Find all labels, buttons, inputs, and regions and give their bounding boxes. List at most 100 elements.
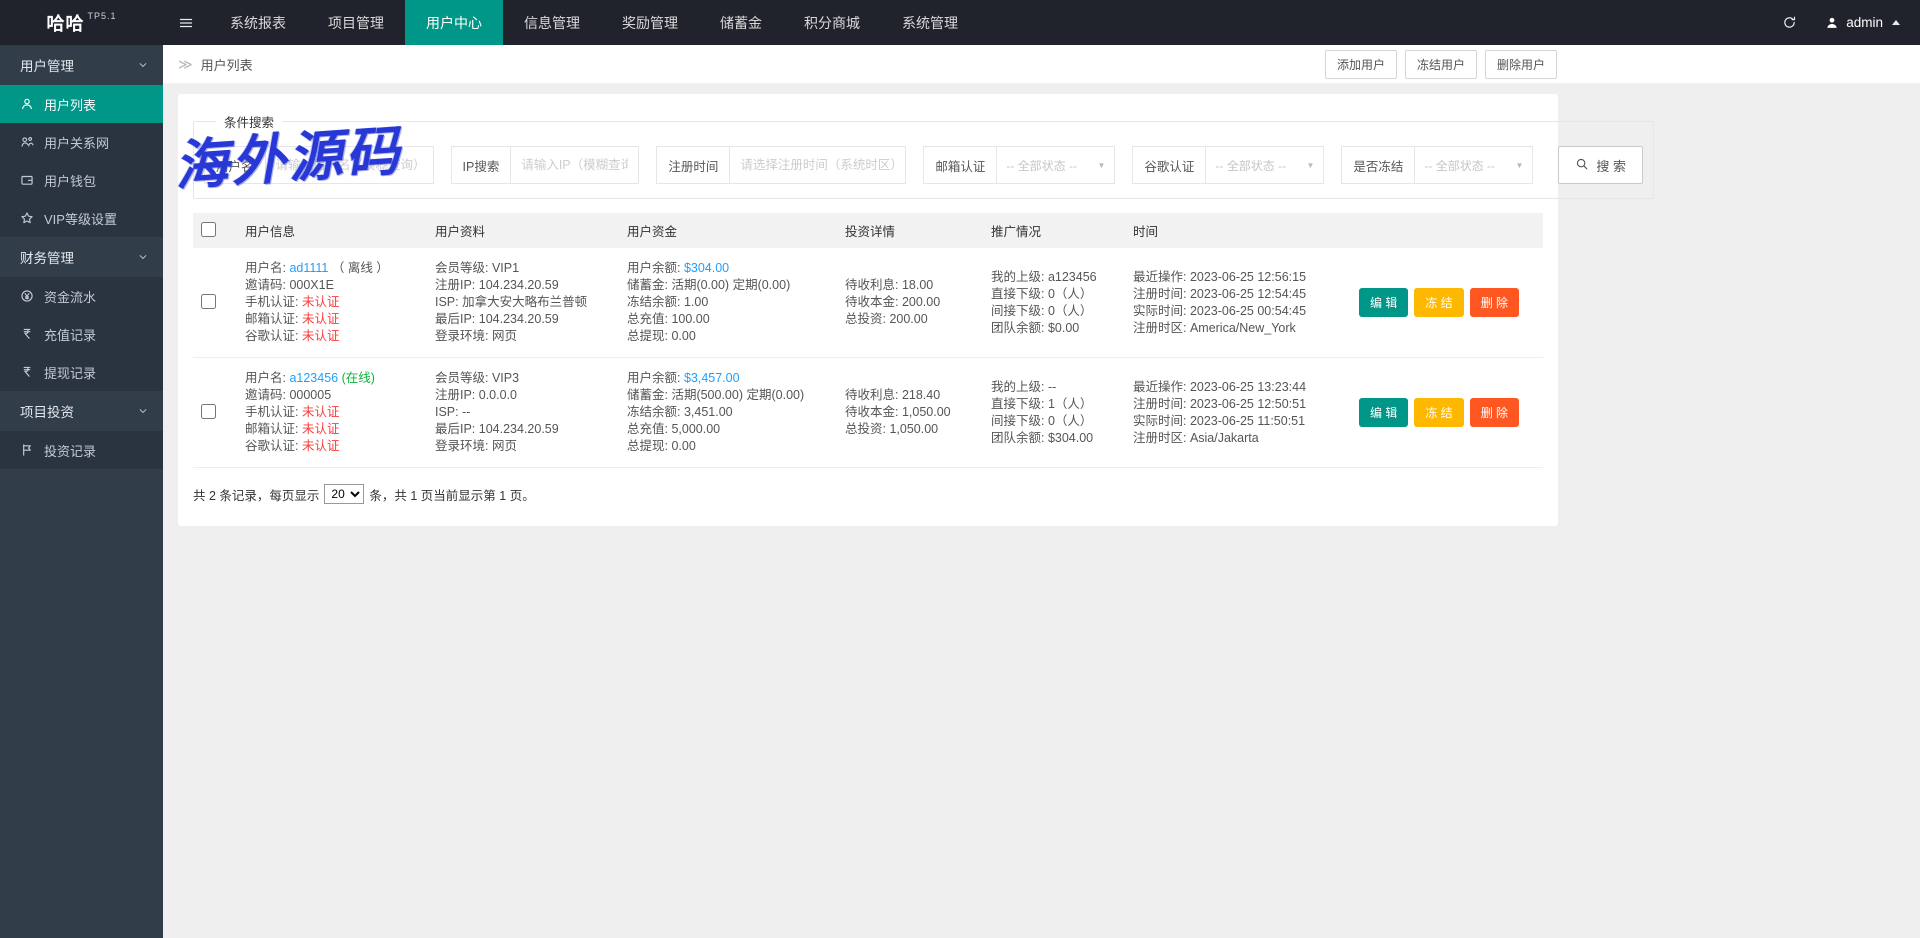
cell-text: 实际时间: 2023-06-25 11:50:51	[1133, 413, 1306, 428]
nav-item-system-report[interactable]: 系统报表	[209, 0, 307, 45]
cell-text: 手机认证:	[245, 405, 302, 419]
cell-text: 登录环境: 网页	[435, 329, 517, 343]
column-header: 用户资料	[427, 213, 619, 248]
sidebar-item-invest-records[interactable]: 投资记录	[0, 431, 163, 469]
cell-text: 储蓄金: 活期(500.00) 定期(0.00)	[627, 388, 805, 402]
sidebar-group-project-invest[interactable]: 项目投资	[0, 391, 163, 431]
cell-line: 用户余额: $304.00	[627, 260, 829, 277]
sidebar-item-withdraw-records[interactable]: 提现记录	[0, 353, 163, 391]
user-icon	[1825, 16, 1839, 30]
cell-line: 团队余额: $0.00	[991, 320, 1117, 337]
sidebar-group-user-manage[interactable]: 用户管理	[0, 45, 163, 85]
cell-text: 注册时间: 2023-06-25 12:50:51	[1133, 396, 1307, 411]
sidebar-item-recharge-records[interactable]: 充值记录	[0, 315, 163, 353]
column-header: 时间	[1125, 213, 1351, 248]
sidebar-item-label: 提现记录	[44, 365, 97, 381]
cell-text: 手机认证:	[245, 295, 302, 309]
nav-item-points-mall[interactable]: 积分商城	[783, 0, 881, 45]
sidebar-item-fund-flow[interactable]: 资金流水	[0, 277, 163, 315]
actions-header	[1351, 213, 1543, 248]
withdraw-icon	[20, 365, 35, 380]
email-verify-select[interactable]: -- 全部状态 -- ▼	[997, 146, 1116, 184]
refresh-icon[interactable]	[1766, 0, 1813, 45]
nav-item-project-manage[interactable]: 项目管理	[307, 0, 405, 45]
table-cell: 待收利息: 18.00 待收本金: 200.00 总投资: 200.00	[837, 248, 983, 358]
table-cell: 用户名: a123456 (在线) 邀请码: 000005 手机认证: 未认证 邮箱认…	[237, 357, 427, 468]
row-checkbox[interactable]	[201, 403, 216, 419]
cell-text: 我的上级: --	[991, 379, 1057, 394]
table-cell: 会员等级: VIP1 注册IP: 104.234.20.59 ISP: 加拿大安大略…	[427, 248, 619, 358]
cell-line: 会员等级: VIP3	[435, 370, 611, 387]
table-row: 用户名: ad1111 （ 离线 ）邀请码: 000X1E 手机认证: 未认证 邮箱…	[193, 248, 1543, 358]
breadcrumb-inner: ≫ 用户列表 添加用户 冻结用户 删除用户	[163, 49, 1557, 79]
freeze-button[interactable]: 冻 结	[1414, 288, 1464, 317]
username-link[interactable]: ad1111	[289, 261, 328, 275]
table-cell: 会员等级: VIP3 注册IP: 0.0.0.0 ISP: -- 最后IP: 104.…	[427, 357, 619, 468]
user-table: 用户信息 用户资料 用户资金 投资详情 推广情况 时间 用户名: ad1111 （ 离线 …	[193, 213, 1543, 468]
filter-username: 用户名	[204, 146, 434, 184]
sidebar-group-label: 项目投资	[20, 405, 74, 420]
nav-item-user-center[interactable]: 用户中心	[405, 0, 503, 45]
sidebar: 用户管理 用户列表 用户关系网 用户钱包 VIP等级设置 财务管理资金流水充值记录提现记录…	[0, 45, 163, 938]
nav-item-savings[interactable]: 储蓄金	[699, 0, 783, 45]
cell-line: 注册IP: 0.0.0.0	[435, 387, 611, 404]
ip-input[interactable]	[511, 146, 640, 184]
row-checkbox[interactable]	[201, 293, 216, 309]
row-actions-cell: 编 辑冻 结删 除	[1351, 357, 1543, 468]
sidebar-item-user-relations[interactable]: 用户关系网	[0, 123, 163, 161]
cell-line: 待收利息: 218.40	[845, 387, 975, 404]
add-user-button[interactable]: 添加用户	[1324, 49, 1397, 79]
freeze-button[interactable]: 冻 结	[1414, 398, 1464, 427]
search-button[interactable]: 搜 索	[1558, 146, 1644, 184]
filter-frozen-status: 是否冻结 -- 全部状态 -- ▼	[1341, 146, 1534, 184]
user-menu[interactable]: admin	[1813, 0, 1920, 45]
cell-line: 间接下级: 0（人）	[991, 413, 1117, 430]
table-cell: 用户余额: $304.00 储蓄金: 活期(0.00) 定期(0.00) 冻结余额:…	[619, 248, 837, 358]
cell-text: 储蓄金: 活期(0.00) 定期(0.00)	[627, 278, 791, 292]
delete-button[interactable]: 删 除	[1469, 398, 1520, 427]
app-logo-version: TP5.1	[87, 11, 117, 21]
cell-text: 待收利息: 218.40	[845, 388, 941, 402]
cell-text: 最近操作: 2023-06-25 13:23:44	[1133, 379, 1307, 394]
frozen-status-select[interactable]: -- 全部状态 -- ▼	[1415, 146, 1534, 184]
table-body: 用户名: ad1111 （ 离线 ）邀请码: 000X1E 手机认证: 未认证 邮箱…	[193, 248, 1543, 468]
edit-button[interactable]: 编 辑	[1359, 398, 1409, 427]
delete-button[interactable]: 删 除	[1469, 288, 1520, 317]
cell-text: 团队余额: $0.00	[991, 320, 1080, 335]
filter-ip: IP搜索	[450, 146, 640, 184]
username-link[interactable]: a123456	[289, 371, 338, 385]
nav-item-reward-manage[interactable]: 奖励管理	[601, 0, 699, 45]
layout: 用户管理 用户列表 用户关系网 用户钱包 VIP等级设置 财务管理资金流水充值记录提现记录…	[0, 45, 1920, 938]
nav-item-system-manage[interactable]: 系统管理	[881, 0, 979, 45]
sidebar-group-finance-manage[interactable]: 财务管理	[0, 237, 163, 277]
hamburger-icon[interactable]	[163, 0, 209, 45]
username-input[interactable]	[265, 146, 434, 184]
search-legend: 条件搜索	[224, 116, 275, 130]
cell-text: 总投资: 1,050.00	[845, 422, 939, 436]
google-verify-select[interactable]: -- 全部状态 -- ▼	[1206, 146, 1325, 184]
freeze-user-button[interactable]: 冻结用户	[1404, 49, 1477, 79]
cell-text: 冻结余额: 1.00	[627, 295, 709, 309]
cell-line: 注册时区: Asia/Jakarta	[1133, 430, 1343, 447]
cell-text: 用户余额:	[627, 371, 684, 385]
sidebar-item-user-wallet[interactable]: 用户钱包	[0, 161, 163, 199]
top-nav: 系统报表 项目管理 用户中心 信息管理 奖励管理 储蓄金 积分商城 系统管理	[209, 0, 979, 45]
sidebar-item-label: 资金流水	[44, 289, 97, 305]
cell-text: 待收本金: 1,050.00	[845, 405, 951, 419]
filters-row: 用户名IP搜索注册时间邮箱认证-- 全部状态 --▼谷歌认证-- 全部状态 --…	[204, 146, 1644, 184]
cell-line: 最后IP: 104.234.20.59	[435, 421, 611, 438]
cell-line: 待收利息: 18.00	[845, 277, 975, 294]
page-size-select[interactable]: 20	[324, 484, 365, 504]
cell-text: ISP: --	[435, 405, 471, 419]
select-all-checkbox[interactable]	[201, 221, 216, 237]
sidebar-item-user-list[interactable]: 用户列表	[0, 85, 163, 123]
nav-item-info-manage[interactable]: 信息管理	[503, 0, 601, 45]
cell-text: 谷歌认证:	[245, 329, 302, 343]
edit-button[interactable]: 编 辑	[1359, 288, 1409, 317]
column-header: 投资详情	[837, 213, 983, 248]
register-time-input[interactable]	[730, 146, 907, 184]
delete-user-button[interactable]: 删除用户	[1484, 49, 1557, 79]
sidebar-item-vip-level[interactable]: VIP等级设置	[0, 199, 163, 237]
cell-text: 最近操作: 2023-06-25 12:56:15	[1133, 269, 1307, 284]
cell-line: 实际时间: 2023-06-25 00:54:45	[1133, 303, 1343, 320]
